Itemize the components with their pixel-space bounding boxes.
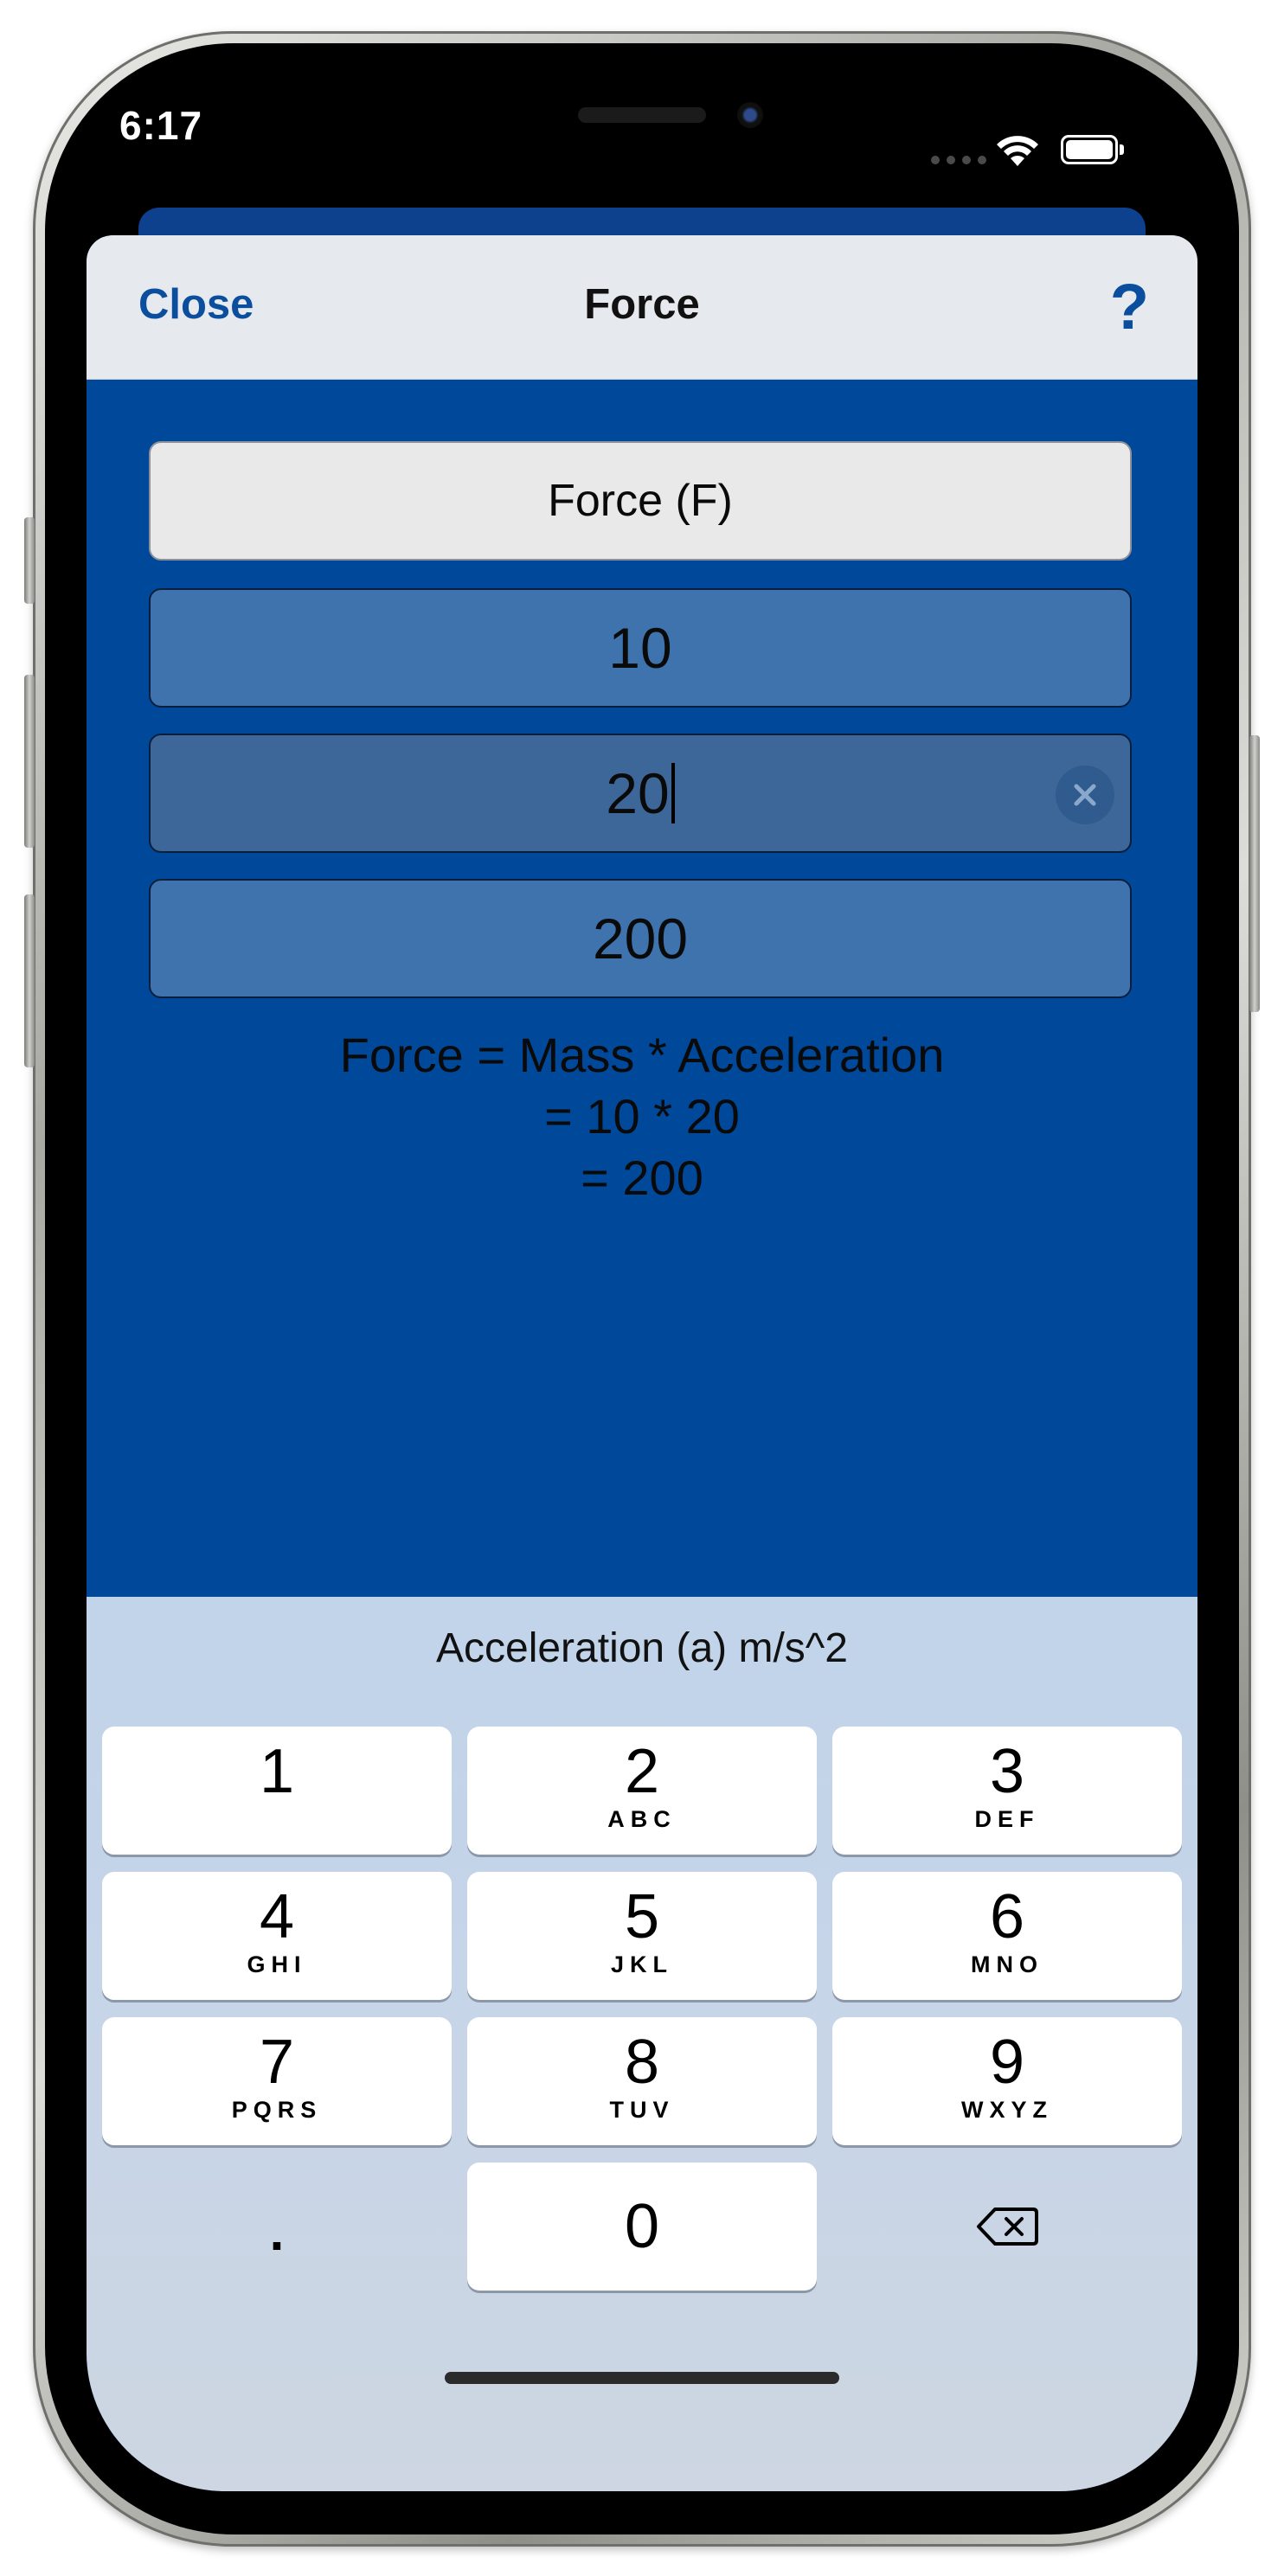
clear-input-button[interactable] xyxy=(1056,766,1114,824)
key-digit: 2 xyxy=(624,1737,660,1806)
speaker-grille xyxy=(578,107,706,123)
key-digit: 8 xyxy=(624,2028,660,2097)
key-digit: 9 xyxy=(989,2028,1025,2097)
mass-input[interactable]: 10 xyxy=(149,588,1132,708)
volume-up-button xyxy=(24,675,35,848)
close-icon xyxy=(1074,784,1096,806)
key-digit: 3 xyxy=(989,1737,1025,1806)
key-digit: 5 xyxy=(624,1882,660,1951)
backspace-icon xyxy=(977,2208,1038,2246)
key-letters: WXYZ xyxy=(961,2097,1053,2123)
key-letters: ABC xyxy=(607,1806,677,1832)
key-letters: DEF xyxy=(974,1806,1040,1832)
key-7[interactable]: 7 PQRS xyxy=(102,2017,452,2145)
mass-value: 10 xyxy=(608,616,672,680)
formula-line-2: = 10 * 20 xyxy=(544,1089,740,1144)
key-digit: 7 xyxy=(259,2028,295,2097)
close-button[interactable]: Close xyxy=(138,280,254,329)
key-digit: 0 xyxy=(624,2192,660,2261)
formula-explanation: Force = Mass * Acceleration = 10 * 20 = … xyxy=(87,1024,1197,1208)
acceleration-value: 20 xyxy=(606,761,670,825)
key-digit: 4 xyxy=(259,1882,295,1951)
help-button[interactable]: ? xyxy=(1110,270,1149,343)
front-camera-icon xyxy=(737,102,763,128)
formula-line-3: = 200 xyxy=(581,1150,703,1205)
key-9[interactable]: 9 WXYZ xyxy=(832,2017,1182,2145)
acceleration-input[interactable]: 20 xyxy=(149,734,1132,853)
force-result-value: 200 xyxy=(592,907,689,971)
volume-down-button xyxy=(24,894,35,1067)
solve-for-label: Force (F) xyxy=(548,476,733,526)
delete-key[interactable] xyxy=(832,2163,1182,2291)
key-2[interactable]: 2 ABC xyxy=(467,1727,817,1855)
key-5[interactable]: 5 JKL xyxy=(467,1872,817,2000)
signal-icon xyxy=(931,156,986,164)
keyboard-field-label: Acceleration (a) m/s^2 xyxy=(435,1625,848,1671)
navigation-bar: Close Force ? xyxy=(87,235,1197,380)
solve-for-selector[interactable]: Force (F) xyxy=(149,441,1132,561)
key-letters: GHI xyxy=(247,1951,307,1977)
decimal-label: . xyxy=(269,2202,285,2261)
key-digit: 6 xyxy=(989,1882,1025,1951)
force-calculator-sheet: Close Force ? Force (F) 10 20 200 Force … xyxy=(87,235,1197,2491)
key-letters: MNO xyxy=(971,1951,1043,1977)
status-time: 6:17 xyxy=(119,103,203,148)
formula-line-1: Force = Mass * Acceleration xyxy=(339,1028,945,1082)
power-button xyxy=(1249,735,1260,1012)
key-4[interactable]: 4 GHI xyxy=(102,1872,452,2000)
key-letters: JKL xyxy=(610,1951,673,1977)
key-0[interactable]: 0 xyxy=(467,2163,817,2291)
key-letters: TUV xyxy=(609,2097,675,2123)
key-digit: 1 xyxy=(259,1737,295,1806)
text-cursor xyxy=(671,763,675,823)
wifi-icon xyxy=(997,136,1038,166)
key-1[interactable]: 1 xyxy=(102,1727,452,1855)
mute-switch xyxy=(24,517,35,604)
key-6[interactable]: 6 MNO xyxy=(832,1872,1182,2000)
key-3[interactable]: 3 DEF xyxy=(832,1727,1182,1855)
numeric-keypad: Acceleration (a) m/s^2 1 2 ABC 3 DEF 4 G… xyxy=(87,1597,1197,2491)
decimal-key[interactable]: . xyxy=(102,2163,452,2291)
key-letters: PQRS xyxy=(231,2097,323,2123)
home-indicator[interactable] xyxy=(445,2372,839,2384)
force-result-field[interactable]: 200 xyxy=(149,879,1132,998)
battery-icon xyxy=(1061,135,1124,164)
key-8[interactable]: 8 TUV xyxy=(467,2017,817,2145)
